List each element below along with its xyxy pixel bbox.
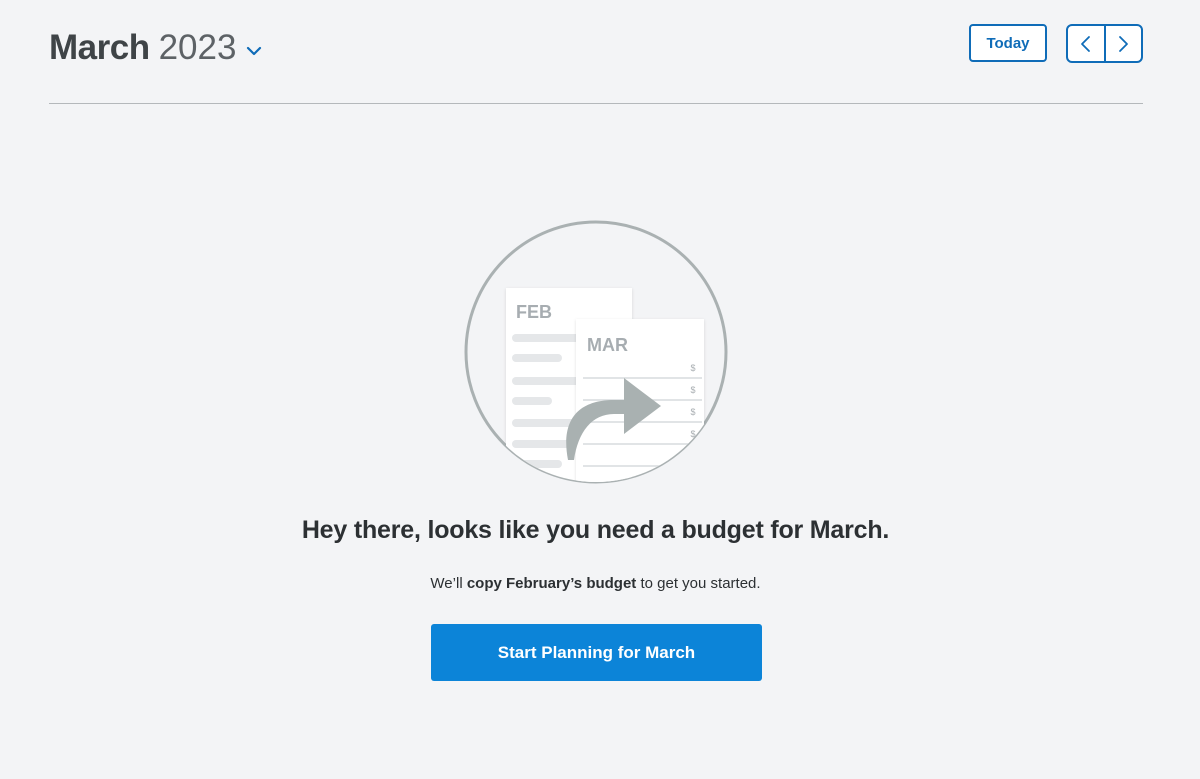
subtext-bold: copy February’s budget <box>466 575 637 592</box>
mar-label: MAR <box>587 335 628 355</box>
subtext-prefix: We’ll <box>430 575 467 592</box>
copy-budget-illustration: FEB MAR $ $ $ $ <box>464 220 728 484</box>
month-picker[interactable]: March 2023 <box>49 28 263 68</box>
dollar-sign: $ <box>690 363 695 373</box>
chevron-down-icon <box>247 46 262 56</box>
year-label: 2023 <box>158 28 237 67</box>
empty-state-headline: Hey there, looks like you need a budget … <box>301 516 890 544</box>
dollar-sign: $ <box>690 385 695 395</box>
previous-month-button[interactable] <box>1068 26 1104 61</box>
chevron-right-icon <box>1119 35 1129 52</box>
feb-label: FEB <box>516 302 552 322</box>
today-button[interactable]: Today <box>969 24 1047 62</box>
month-label: March <box>49 28 150 67</box>
next-month-button[interactable] <box>1103 26 1142 61</box>
subtext-suffix: to get you started. <box>636 575 761 592</box>
page-header: March 2023 Today <box>49 0 1143 104</box>
start-planning-button[interactable]: Start Planning for March <box>431 624 762 681</box>
month-nav <box>1066 24 1143 63</box>
empty-state-subtext: We’ll copy February’s budget to get you … <box>0 575 1191 592</box>
chevron-left-icon <box>1080 35 1090 52</box>
dollar-sign: $ <box>690 407 695 417</box>
